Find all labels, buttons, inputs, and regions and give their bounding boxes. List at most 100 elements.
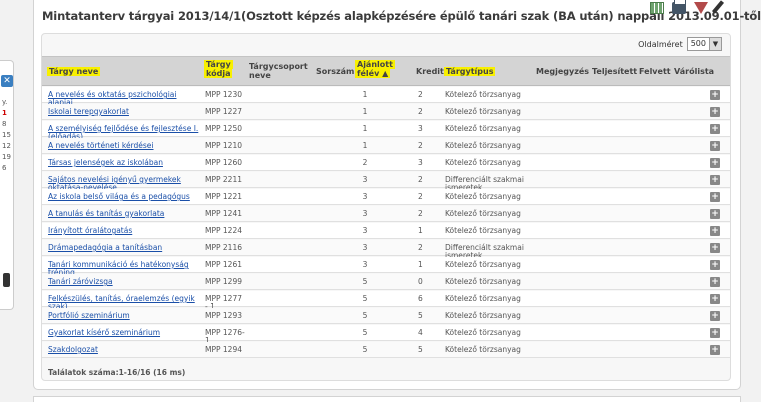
table-row: Gyakorlat kísérő szeminárium MPP 1276-1 5 4…	[42, 325, 730, 345]
subject-type: Kötelező törzsanyag	[445, 90, 521, 99]
subject-name-link[interactable]: Szakdolgozat	[48, 346, 203, 354]
recommended-semester: 3	[362, 192, 368, 201]
close-icon[interactable]: ✕	[1, 75, 13, 87]
plus-icon[interactable]: +	[710, 294, 720, 304]
col-credit[interactable]: Kredit	[416, 67, 444, 76]
plus-icon[interactable]: +	[710, 260, 720, 270]
plus-icon[interactable]: +	[710, 311, 720, 321]
table-row: Az iskola belső világa és a pedagógus MPP…	[42, 189, 730, 205]
subject-name-link[interactable]: Portfólió szeminárium	[48, 312, 203, 320]
col-group[interactable]: Tárgycsoport neve	[249, 62, 308, 80]
results-count: Találatok száma:1-16/16 (16 ms)	[48, 368, 186, 377]
subject-name-link[interactable]: Iskolai terepgyakorlat	[48, 108, 203, 116]
plus-icon[interactable]: +	[710, 243, 720, 253]
subject-name-link[interactable]: A nevelés történeti kérdései	[48, 142, 203, 150]
subject-code: MPP 1293	[205, 311, 242, 320]
credit-value: 2	[418, 107, 423, 116]
col-semester[interactable]: Ajánlott félév ▲	[355, 60, 395, 78]
recommended-semester: 3	[362, 226, 368, 235]
table-row: Portfólió szeminárium MPP 1293 5 5 Kötelező …	[42, 308, 730, 324]
side-panel-line: 6	[2, 164, 7, 172]
subject-name-link[interactable]: Drámapedagógia a tanításban	[48, 244, 203, 252]
recommended-semester: 5	[362, 328, 368, 337]
subjects-table: Oldalméret 500 ▼ Tárgy neve Tárgy kódja T…	[41, 33, 731, 381]
credit-value: 3	[418, 124, 423, 133]
side-panel-line: y.	[2, 98, 8, 106]
subject-type: Kötelező törzsanyag	[445, 226, 521, 235]
plus-icon[interactable]: +	[710, 124, 720, 134]
page-size-select[interactable]: 500 ▼	[686, 37, 722, 51]
subject-name-link[interactable]: Irányított óralátogatás	[48, 227, 203, 235]
plus-icon[interactable]: +	[710, 277, 720, 287]
page-size-control: Oldalméret 500 ▼	[638, 37, 722, 51]
table-row: Sajátos nevelési igényű gyermekek oktatá…	[42, 172, 730, 192]
plus-icon[interactable]: +	[710, 158, 720, 168]
subject-type: Kötelező törzsanyag	[445, 277, 521, 286]
subject-type: Kötelező törzsanyag	[445, 192, 521, 201]
toolbar	[650, 0, 736, 20]
subject-name-link[interactable]: Gyakorlat kísérő szeminárium	[48, 329, 203, 337]
subject-code: MPP 1227	[205, 107, 242, 116]
bottom-panel-edge	[33, 396, 741, 402]
table-row: Iskolai terepgyakorlat MPP 1227 1 2 Kötelező…	[42, 104, 730, 120]
plus-icon[interactable]: +	[710, 345, 720, 355]
subject-code: MPP 1210	[205, 141, 242, 150]
subject-code: MPP 1241	[205, 209, 242, 218]
subject-type: Kötelező törzsanyag	[445, 141, 521, 150]
curriculum-panel: Mintatanterv tárgyai 2013/14/1(Osztott k…	[33, 0, 761, 390]
plus-icon[interactable]: +	[710, 192, 720, 202]
subject-name-link[interactable]: Tanári záróvizsga	[48, 278, 203, 286]
col-note[interactable]: Megjegyzés	[536, 67, 589, 76]
table-row: Irányított óralátogatás MPP 1224 3 1 Kötelez…	[42, 223, 730, 239]
subject-type: Kötelező törzsanyag	[445, 311, 521, 320]
plus-icon[interactable]: +	[710, 209, 720, 219]
subject-name-link[interactable]: Társas jelenségek az iskolában	[48, 159, 203, 167]
subject-type: Kötelező törzsanyag	[445, 209, 521, 218]
credit-value: 2	[418, 192, 423, 201]
credit-value: 2	[418, 175, 423, 184]
subject-name-link[interactable]: A tanulás és tanítás gyakorlata	[48, 210, 203, 218]
subject-code: MPP 1261	[205, 260, 242, 269]
col-type[interactable]: Tárgytípus	[444, 67, 496, 76]
recommended-semester: 1	[362, 141, 368, 150]
plus-icon[interactable]: +	[710, 328, 720, 338]
side-panel-scrollbar[interactable]	[3, 273, 10, 287]
table-row: Tanári kommunikáció és hatékonyság tréni…	[42, 257, 730, 277]
table-row: Felkészülés, tanítás, óraelemzés (egyik …	[42, 291, 730, 311]
print-icon[interactable]	[672, 0, 686, 14]
side-panel-line: 12	[2, 142, 11, 150]
edit-icon[interactable]	[711, 0, 725, 14]
plus-icon[interactable]: +	[710, 175, 720, 185]
recommended-semester: 3	[362, 209, 368, 218]
col-taken[interactable]: Felvett	[639, 67, 671, 76]
chevron-down-icon[interactable]: ▼	[709, 38, 721, 50]
subject-code: MPP 1299	[205, 277, 242, 286]
side-panel-line: 8	[2, 120, 7, 128]
recommended-semester: 5	[362, 277, 368, 286]
recommended-semester: 5	[362, 345, 368, 354]
side-panel-line: 1	[2, 109, 7, 117]
subject-code: MPP 1221	[205, 192, 242, 201]
subject-name-link[interactable]: Az iskola belső világa és a pedagógus	[48, 193, 203, 201]
table-row: A nevelés történeti kérdései MPP 1210 1 2 Kö…	[42, 138, 730, 154]
plus-icon[interactable]: +	[710, 226, 720, 236]
plus-icon[interactable]: +	[710, 90, 720, 100]
plus-icon[interactable]: +	[710, 141, 720, 151]
table-row: A nevelés és oktatás pszichológiai alapj…	[42, 87, 730, 107]
recommended-semester: 3	[362, 243, 368, 252]
col-code[interactable]: Tárgy kódja	[204, 60, 233, 78]
col-completed[interactable]: Teljesített	[592, 67, 637, 76]
subject-code: MPP 1250	[205, 124, 242, 133]
credit-value: 5	[418, 311, 423, 320]
plus-icon[interactable]: +	[710, 107, 720, 117]
filter-icon[interactable]	[694, 2, 708, 14]
col-waitlist[interactable]: Várólista	[674, 67, 714, 76]
subject-type: Kötelező törzsanyag	[445, 158, 521, 167]
table-row: Szakdolgozat MPP 1294 5 5 Kötelező törzsanya…	[42, 342, 730, 358]
page-size-label: Oldalméret	[638, 39, 683, 49]
subject-code: MPP 2116	[205, 243, 242, 252]
col-order[interactable]: Sorszám	[316, 67, 354, 76]
col-name[interactable]: Tárgy neve	[47, 67, 101, 76]
export-table-icon[interactable]	[650, 2, 664, 14]
credit-value: 6	[418, 294, 423, 303]
